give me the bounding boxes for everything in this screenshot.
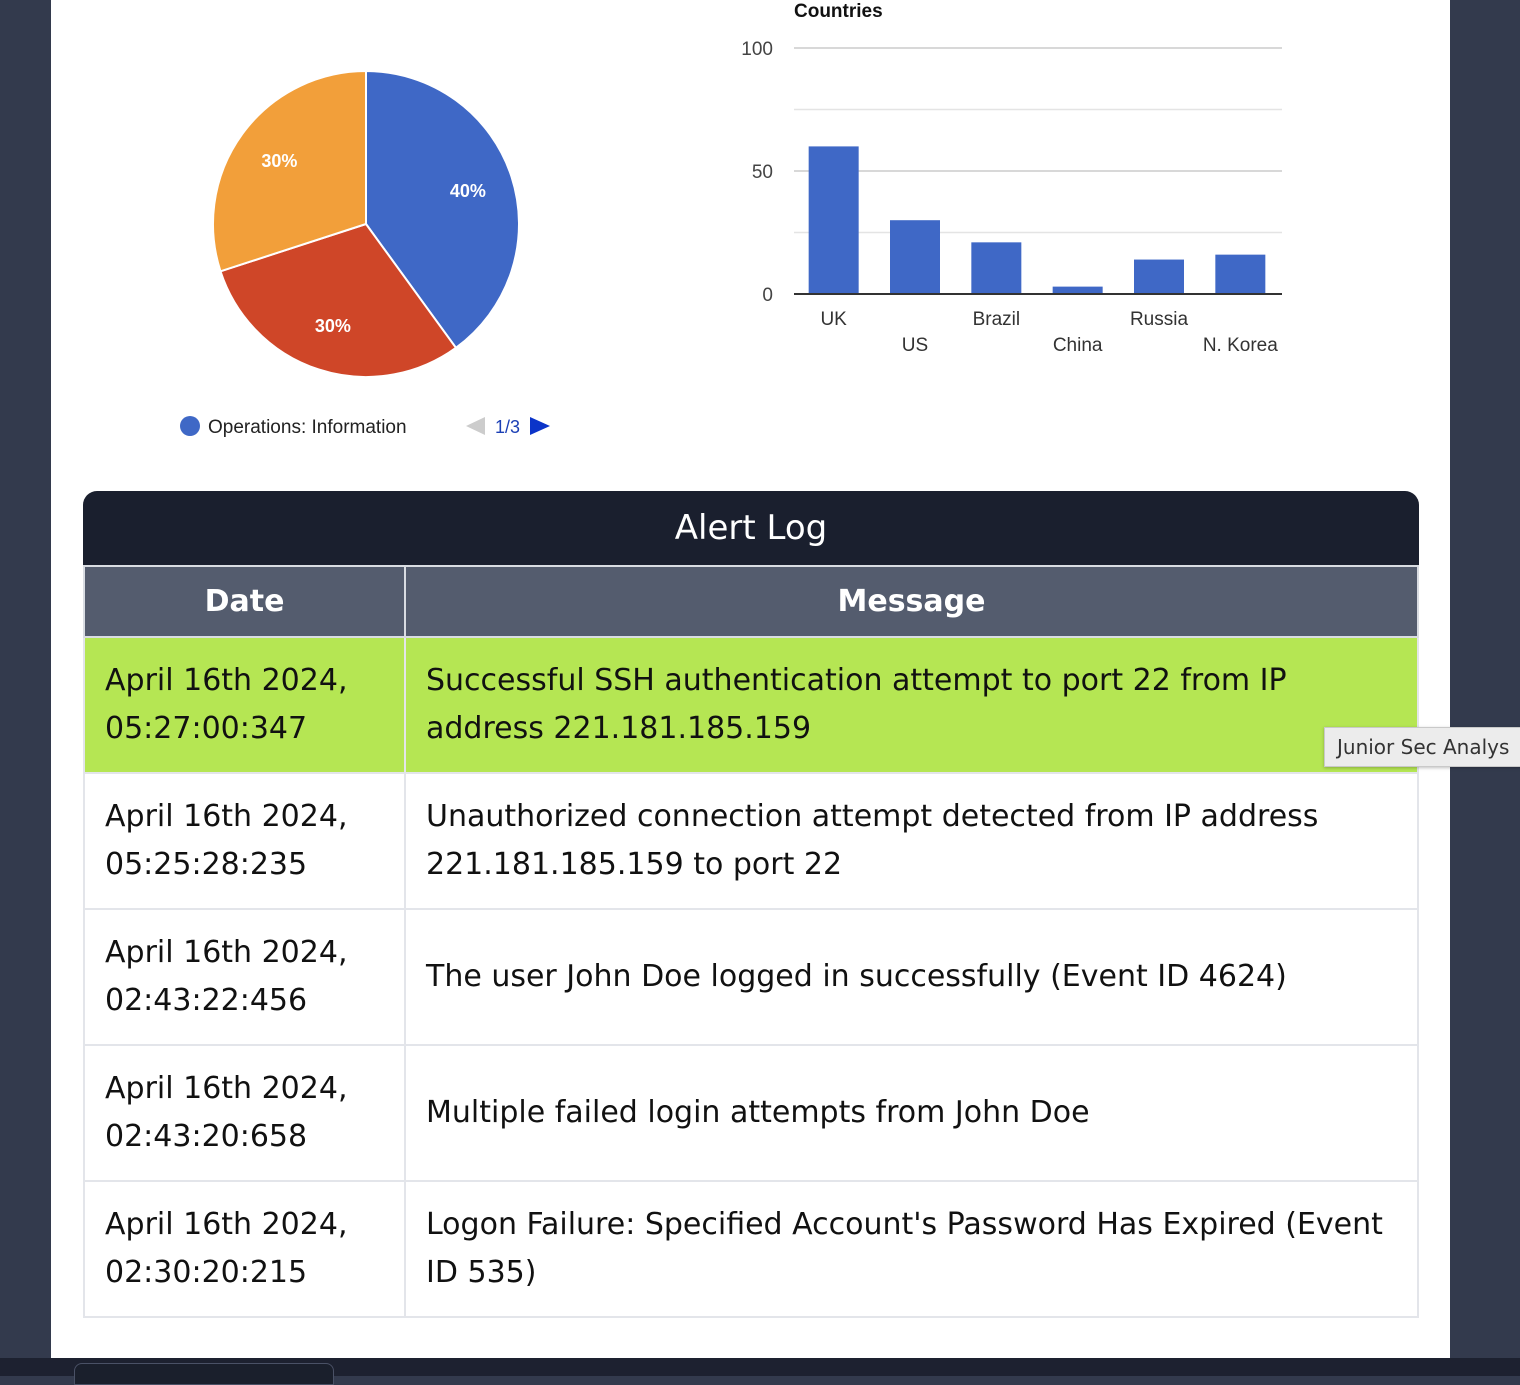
bar[interactable] (1215, 254, 1266, 294)
legend-prev-icon[interactable] (466, 417, 485, 435)
bar-chart-title: Countries (794, 1, 883, 22)
alert-date-cell: April 16th 2024, 02:43:20:658 (83, 1044, 406, 1182)
alert-date-cell: April 16th 2024, 05:27:00:347 (83, 636, 406, 774)
alert-log-title: Alert Log (83, 491, 1419, 565)
charts-area: 40% 30% 30% Operations: Information 1/3 Co… (180, 1, 1282, 438)
pie-legend: Operations: Information 1/3 (180, 416, 550, 438)
alert-message-cell: Logon Failure: Specified Account's Passw… (404, 1180, 1419, 1318)
alert-date-cell: April 16th 2024, 02:30:20:215 (83, 1180, 406, 1318)
legend-pager: 1/3 (495, 417, 520, 437)
table-row[interactable]: April 16th 2024, 02:43:20:658 Multiple fa… (83, 1044, 1419, 1182)
column-header-date[interactable]: Date (83, 565, 406, 638)
pie-slice-label: 30% (261, 151, 297, 171)
y-tick-label: 50 (752, 162, 773, 183)
legend-next-icon[interactable] (530, 417, 550, 435)
bar[interactable] (971, 242, 1022, 294)
legend-label: Operations: Information (208, 417, 407, 438)
y-tick-label: 0 (762, 285, 773, 306)
table-row[interactable]: April 16th 2024, 05:25:28:235 Unauthorize… (83, 772, 1419, 910)
alert-log-card: Alert Log Date Message April 16th 2024, … (83, 491, 1419, 1318)
y-tick-label: 100 (741, 39, 773, 60)
bottom-tab[interactable] (74, 1363, 334, 1385)
alert-message-cell: Unauthorized connection attempt detected… (404, 772, 1419, 910)
alert-date-cell: April 16th 2024, 05:25:28:235 (83, 772, 406, 910)
x-tick-label: UK (820, 309, 847, 330)
x-tick-label: N. Korea (1203, 335, 1278, 356)
table-row[interactable]: April 16th 2024, 02:43:22:456 The user Jo… (83, 908, 1419, 1046)
table-row[interactable]: April 16th 2024, 02:30:20:215 Logon Failu… (83, 1180, 1419, 1318)
bar[interactable] (1134, 259, 1184, 294)
bar[interactable] (808, 146, 859, 294)
alert-log-table: Date Message April 16th 2024, 05:27:00:3… (83, 565, 1419, 1318)
pie-chart: 40% 30% 30% (212, 69, 520, 378)
x-tick-label: Russia (1130, 309, 1189, 330)
table-row[interactable]: April 16th 2024, 05:27:00:347 Successful … (83, 636, 1419, 774)
bar[interactable] (890, 220, 940, 294)
bar[interactable] (1052, 286, 1103, 294)
alert-message-cell: The user John Doe logged in successfully… (404, 908, 1419, 1046)
pie-slice-label: 40% (450, 181, 486, 201)
column-header-message[interactable]: Message (404, 565, 1419, 638)
table-header-row: Date Message (83, 565, 1419, 638)
bar-chart: Countries 0 50 100 UK US Brazil China Russia N. … (741, 1, 1282, 356)
pie-slice-label: 30% (315, 316, 351, 336)
alert-date-cell: April 16th 2024, 02:43:22:456 (83, 908, 406, 1046)
x-tick-label: Brazil (973, 309, 1021, 330)
x-tick-label: US (902, 335, 928, 356)
x-tick-label: China (1053, 335, 1103, 356)
alert-message-cell: Successful SSH authentication attempt to… (404, 636, 1419, 774)
user-tooltip: Junior Sec Analys (1324, 727, 1520, 767)
legend-marker (180, 416, 200, 436)
alert-message-cell: Multiple failed login attempts from John… (404, 1044, 1419, 1182)
